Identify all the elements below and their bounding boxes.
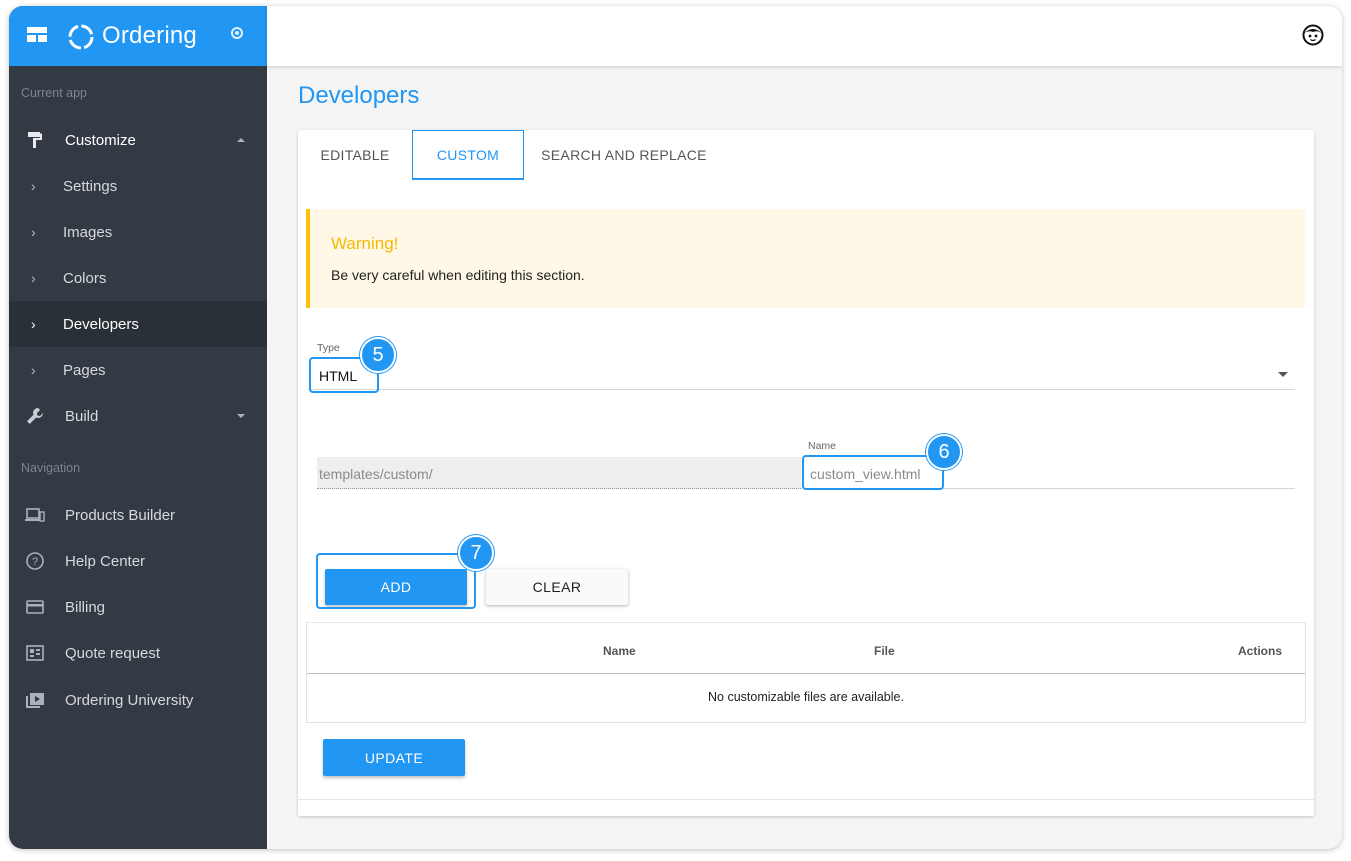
callout-highlight-name xyxy=(802,455,944,490)
column-header-file: File xyxy=(874,644,895,658)
svg-text:?: ? xyxy=(32,556,38,568)
sidebar-item-label: Build xyxy=(65,407,99,425)
sidebar-item-quote-request[interactable]: Quote request xyxy=(9,630,267,676)
sidebar-item-label: Colors xyxy=(63,269,107,287)
paint-roller-icon xyxy=(28,132,42,148)
sidebar-item-label: Quote request xyxy=(65,644,161,662)
ordering-logo-icon xyxy=(68,24,94,50)
callout-highlight-add xyxy=(316,553,476,609)
path-prefix-text: templates/custom/ xyxy=(319,466,433,482)
files-table: Name File Actions No customizable files … xyxy=(306,622,1306,723)
page-title: Developers xyxy=(298,82,420,109)
sidebar-item-pages[interactable]: › Pages xyxy=(9,347,267,393)
user-avatar-icon[interactable] xyxy=(1302,24,1324,46)
dropdown-arrow-icon[interactable] xyxy=(1278,372,1288,377)
callout-badge-5: 5 xyxy=(360,337,396,373)
sidebar-item-label: Settings xyxy=(63,177,118,195)
tab-editable[interactable]: EDITABLE xyxy=(298,130,412,180)
sidebar-item-images[interactable]: › Images xyxy=(9,209,267,255)
callout-badge-7: 7 xyxy=(458,535,494,571)
type-label: Type xyxy=(317,342,340,354)
sidebar-item-label: Pages xyxy=(63,361,106,379)
brand-header: Ordering xyxy=(9,6,267,66)
warning-title: Warning! xyxy=(331,234,399,253)
sidebar-item-label: Images xyxy=(63,223,113,241)
sidebar: Ordering Current app Customize › Setting… xyxy=(9,6,267,849)
sidebar-item-ordering-university[interactable]: Ordering University xyxy=(9,677,267,723)
chevron-right-icon: › xyxy=(31,178,36,194)
sidebar-item-colors[interactable]: › Colors xyxy=(9,255,267,301)
chevron-right-icon: › xyxy=(31,316,36,332)
update-button[interactable]: UPDATE xyxy=(323,739,465,776)
name-label: Name xyxy=(808,440,837,452)
sidebar-item-customize[interactable]: Customize xyxy=(9,117,267,163)
navigation-label: Navigation xyxy=(21,461,81,475)
credit-card-icon xyxy=(26,600,44,614)
devices-icon xyxy=(25,508,45,522)
card-footer-divider xyxy=(298,799,1314,800)
dashboard-icon[interactable] xyxy=(27,27,47,42)
brand-name: Ordering xyxy=(102,22,197,49)
sidebar-item-label: Help Center xyxy=(65,552,146,570)
video-library-icon xyxy=(26,693,44,708)
table-header-divider xyxy=(307,673,1305,674)
chevron-right-icon: › xyxy=(31,362,36,378)
sidebar-item-settings[interactable]: › Settings xyxy=(9,163,267,209)
sidebar-item-label: Ordering University xyxy=(65,691,194,709)
column-header-name: Name xyxy=(603,644,636,658)
chevron-right-icon: › xyxy=(31,270,36,286)
chevron-up-icon xyxy=(237,138,245,142)
callout-badge-6: 6 xyxy=(926,434,962,470)
radio-dot-icon[interactable] xyxy=(231,27,243,39)
sidebar-item-developers[interactable]: › Developers xyxy=(9,301,267,347)
warning-text: Be very careful when editing this sectio… xyxy=(331,267,585,283)
sidebar-item-help-center[interactable]: ? Help Center xyxy=(9,538,267,584)
sidebar-item-products-builder[interactable]: Products Builder xyxy=(9,492,267,538)
chevron-right-icon: › xyxy=(31,224,36,240)
help-circle-icon: ? xyxy=(26,552,44,570)
current-app-label: Current app xyxy=(21,86,88,100)
app-window: Ordering Current app Customize › Setting… xyxy=(9,6,1342,849)
sidebar-item-label: Billing xyxy=(65,598,106,616)
type-underline xyxy=(308,389,1295,390)
sidebar-item-label: Developers xyxy=(63,315,139,333)
sidebar-item-label: Customize xyxy=(65,131,136,149)
tab-custom[interactable]: CUSTOM xyxy=(412,130,524,180)
warning-box: Warning! Be very careful when editing th… xyxy=(306,209,1305,308)
table-empty-message: No customizable files are available. xyxy=(708,690,904,704)
quote-icon xyxy=(26,645,44,661)
tab-search-and-replace[interactable]: SEARCH AND REPLACE xyxy=(534,130,714,180)
path-prefix-field: templates/custom/ xyxy=(317,457,801,489)
top-bar xyxy=(267,6,1342,66)
clear-button[interactable]: CLEAR xyxy=(486,569,628,605)
tab-bar: EDITABLE CUSTOM SEARCH AND REPLACE xyxy=(298,130,1314,180)
sidebar-item-label: Products Builder xyxy=(65,506,176,524)
column-header-actions: Actions xyxy=(1238,644,1283,658)
sidebar-item-billing[interactable]: Billing xyxy=(9,584,267,630)
wrench-icon xyxy=(27,408,43,424)
sidebar-item-build[interactable]: Build xyxy=(9,393,267,439)
chevron-down-icon xyxy=(237,414,245,418)
